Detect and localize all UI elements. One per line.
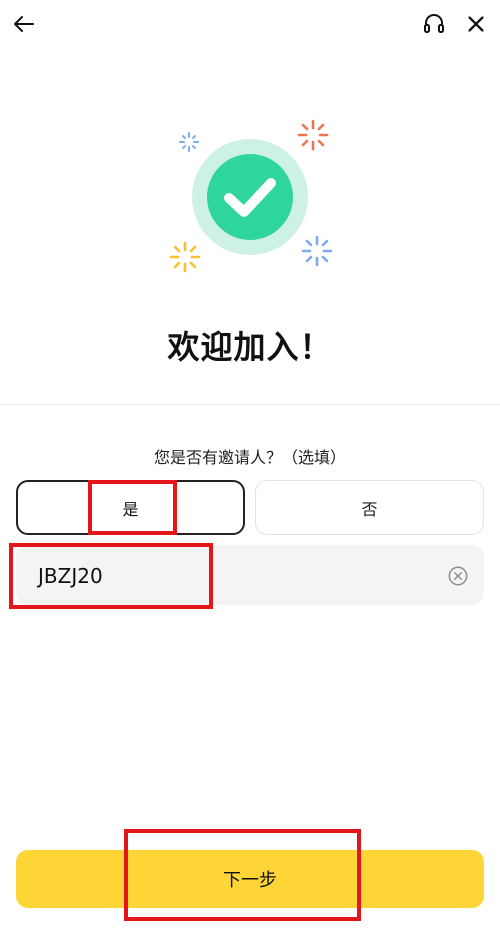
sparkle-icon xyxy=(179,132,199,152)
next-step-label: 下一步 xyxy=(223,870,277,891)
sparkle-icon xyxy=(169,241,201,273)
yes-option-label: 是 xyxy=(122,499,139,519)
close-icon xyxy=(468,16,484,32)
back-button[interactable] xyxy=(10,10,38,38)
arrow-left-icon xyxy=(14,16,34,32)
invite-code-value: JBZJ20 xyxy=(38,564,103,588)
next-step-button[interactable]: 下一步 xyxy=(16,850,484,908)
sparkle-icon xyxy=(297,119,329,151)
headset-icon xyxy=(424,14,444,33)
customer-support-button[interactable] xyxy=(420,10,448,38)
no-option-label: 否 xyxy=(361,499,378,519)
close-button[interactable] xyxy=(462,10,490,38)
page-title: 欢迎加入！ xyxy=(167,328,333,366)
no-option-button[interactable]: 否 xyxy=(255,480,484,535)
sparkle-icon xyxy=(301,235,333,267)
clear-circle-icon xyxy=(448,566,468,586)
inviter-question-label: 您是否有邀请人？（选填） xyxy=(153,448,346,467)
yes-option-button[interactable]: 是 xyxy=(16,480,245,535)
success-illustration xyxy=(165,115,335,285)
clear-input-button[interactable] xyxy=(446,564,470,588)
section-divider xyxy=(0,404,500,405)
